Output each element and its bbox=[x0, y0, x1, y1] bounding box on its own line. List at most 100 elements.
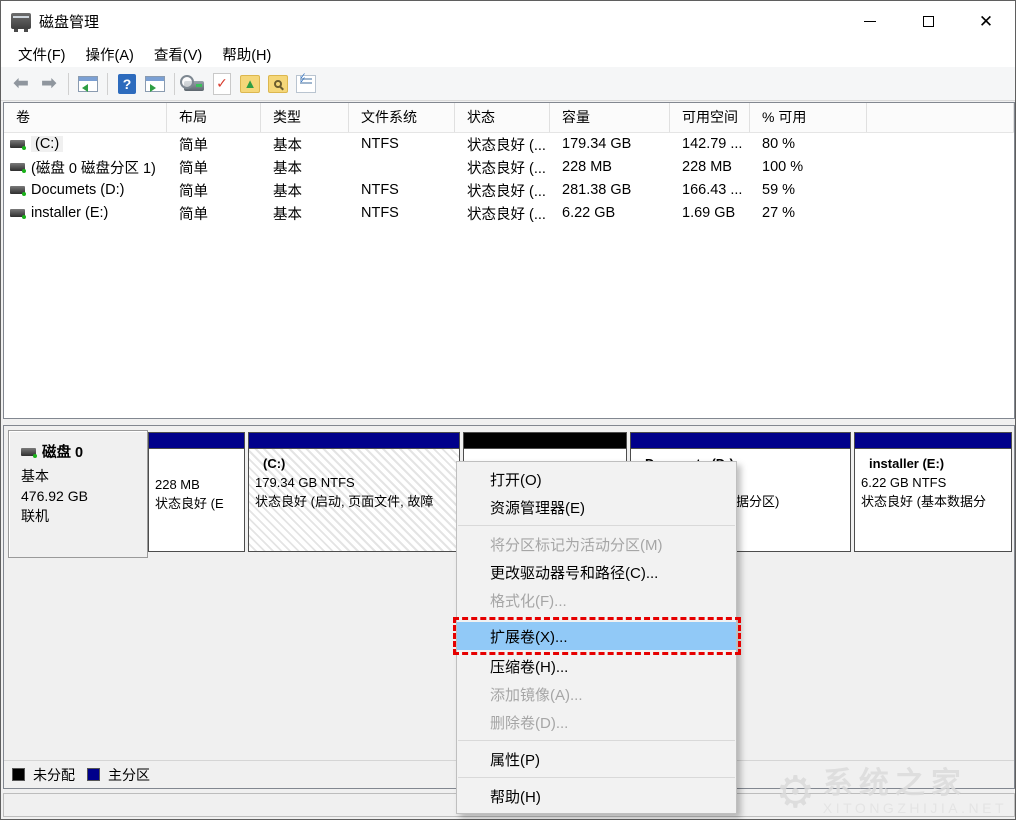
menu-item-open[interactable]: 打开(O) bbox=[457, 465, 736, 493]
menu-separator bbox=[458, 740, 735, 741]
menu-bar: 文件(F) 操作(A) 查看(V) 帮助(H) bbox=[1, 41, 1015, 67]
close-button[interactable]: ✕ bbox=[957, 1, 1015, 41]
menu-item-mark-active: 将分区标记为活动分区(M) bbox=[457, 530, 736, 558]
volume-filesystem: NTFS bbox=[349, 133, 455, 156]
partition-system-228mb[interactable]: 228 MB 状态良好 (E bbox=[148, 432, 245, 552]
menu-file[interactable]: 文件(F) bbox=[9, 41, 75, 68]
volume-status: 状态良好 (... bbox=[455, 156, 550, 179]
folder-up-icon: ▲ bbox=[240, 75, 260, 93]
volume-status: 状态良好 (... bbox=[455, 133, 550, 156]
volume-capacity: 6.22 GB bbox=[550, 202, 670, 225]
menu-item-help[interactable]: 帮助(H) bbox=[457, 782, 736, 810]
back-button[interactable]: ⬅ bbox=[7, 70, 35, 98]
column-header-layout[interactable]: 布局 bbox=[167, 103, 261, 132]
toolbar-separator bbox=[107, 73, 108, 95]
help-button[interactable]: ? bbox=[113, 70, 141, 98]
menu-item-delete-volume: 删除卷(D)... bbox=[457, 708, 736, 736]
table-row[interactable]: Documets (D:) 简单 基本 NTFS 状态良好 (... 281.3… bbox=[4, 179, 1014, 202]
console-tree-icon bbox=[78, 76, 98, 92]
volume-pct-free: 59 % bbox=[750, 179, 867, 202]
menu-help[interactable]: 帮助(H) bbox=[213, 41, 280, 68]
window-title: 磁盘管理 bbox=[39, 11, 99, 32]
table-row[interactable]: installer (E:) 简单 基本 NTFS 状态良好 (... 6.22… bbox=[4, 202, 1014, 225]
partition-c-selected[interactable]: (C:) 179.34 GB NTFS 状态良好 (启动, 页面文件, 故障 bbox=[248, 432, 460, 552]
window-controls: ✕ bbox=[841, 1, 1015, 41]
volume-free-space: 1.69 GB bbox=[670, 202, 750, 225]
menu-item-format: 格式化(F)... bbox=[457, 586, 736, 614]
table-row[interactable]: (C:) 简单 基本 NTFS 状态良好 (... 179.34 GB 142.… bbox=[4, 133, 1014, 156]
partition-size: 228 MB bbox=[155, 475, 242, 494]
disk-magnifier-icon bbox=[184, 81, 204, 91]
column-header-filesystem[interactable]: 文件系统 bbox=[349, 103, 455, 132]
menu-item-extend-volume[interactable]: 扩展卷(X)... bbox=[457, 622, 736, 650]
legend-primary-label: 主分区 bbox=[108, 765, 150, 785]
column-header-type[interactable]: 类型 bbox=[261, 103, 349, 132]
volume-name: (C:) bbox=[31, 136, 63, 152]
menu-item-shrink-volume[interactable]: 压缩卷(H)... bbox=[457, 652, 736, 680]
task-list-button[interactable] bbox=[292, 70, 320, 98]
primary-partition-bar bbox=[249, 433, 459, 449]
table-row[interactable]: (磁盘 0 磁盘分区 1) 简单 基本 状态良好 (... 228 MB 228… bbox=[4, 156, 1014, 179]
volume-status: 状态良好 (... bbox=[455, 202, 550, 225]
volume-pct-free: 80 % bbox=[750, 133, 867, 156]
folder-search-button[interactable] bbox=[264, 70, 292, 98]
legend-unallocated-label: 未分配 bbox=[33, 765, 75, 785]
extend-volume-highlight-wrap: 扩展卷(X)... bbox=[457, 622, 736, 650]
column-header-status[interactable]: 状态 bbox=[455, 103, 550, 132]
volume-pct-free: 27 % bbox=[750, 202, 867, 225]
show-console-tree-button[interactable] bbox=[74, 70, 102, 98]
partition-e[interactable]: installer (E:) 6.22 GB NTFS 状态良好 (基本数据分 bbox=[854, 432, 1012, 552]
folder-search-icon bbox=[268, 75, 288, 93]
column-header-capacity[interactable]: 容量 bbox=[550, 103, 670, 132]
column-header-volume[interactable]: 卷 bbox=[4, 103, 167, 132]
toolbar: ⬅ ➡ ? ✓ ▲ bbox=[1, 67, 1015, 101]
menu-view[interactable]: 查看(V) bbox=[145, 41, 211, 68]
volume-type: 基本 bbox=[261, 202, 349, 225]
partition-size: 6.22 GB NTFS bbox=[861, 473, 1009, 492]
action-pane-icon bbox=[145, 76, 165, 92]
volume-name: Documets (D:) bbox=[31, 182, 124, 198]
volume-layout: 简单 bbox=[167, 156, 261, 179]
volume-type: 基本 bbox=[261, 179, 349, 202]
disk-icon bbox=[21, 448, 36, 456]
check-document-icon: ✓ bbox=[213, 73, 231, 95]
primary-partition-bar bbox=[855, 433, 1011, 449]
volume-filesystem: NTFS bbox=[349, 202, 455, 225]
show-action-pane-button[interactable] bbox=[141, 70, 169, 98]
disk-drive-app-icon bbox=[11, 13, 31, 29]
disk-properties-button[interactable] bbox=[180, 70, 208, 98]
menu-item-properties[interactable]: 属性(P) bbox=[457, 745, 736, 773]
minimize-icon bbox=[864, 21, 876, 22]
menu-separator bbox=[458, 525, 735, 526]
maximize-icon bbox=[923, 16, 934, 27]
menu-item-change-drive-letter[interactable]: 更改驱动器号和路径(C)... bbox=[457, 558, 736, 586]
column-header-pct-free[interactable]: % 可用 bbox=[750, 103, 867, 132]
forward-arrow-icon: ➡ bbox=[41, 74, 57, 93]
back-arrow-icon: ⬅ bbox=[13, 74, 29, 93]
menu-action[interactable]: 操作(A) bbox=[77, 41, 143, 68]
volume-capacity: 179.34 GB bbox=[550, 133, 670, 156]
partition-name: (C:) bbox=[255, 454, 457, 473]
folder-up-button[interactable]: ▲ bbox=[236, 70, 264, 98]
title-bar: 磁盘管理 ✕ bbox=[1, 1, 1015, 41]
minimize-button[interactable] bbox=[841, 1, 899, 41]
volume-status: 状态良好 (... bbox=[455, 179, 550, 202]
column-header-empty bbox=[867, 103, 1014, 132]
volume-free-space: 142.79 ... bbox=[670, 133, 750, 156]
column-header-free-space[interactable]: 可用空间 bbox=[670, 103, 750, 132]
legend-unallocated-swatch bbox=[12, 768, 25, 781]
help-book-icon: ? bbox=[118, 74, 136, 94]
menu-separator bbox=[458, 777, 735, 778]
volume-list-pane: 卷 布局 类型 文件系统 状态 容量 可用空间 % 可用 (C:) 简单 基本 … bbox=[3, 102, 1015, 419]
volume-filesystem bbox=[349, 156, 455, 179]
volume-free-space: 228 MB bbox=[670, 156, 750, 179]
check-disk-button[interactable]: ✓ bbox=[208, 70, 236, 98]
disk0-label-panel[interactable]: 磁盘 0 基本 476.92 GB 联机 bbox=[8, 430, 148, 558]
toolbar-separator bbox=[68, 73, 69, 95]
maximize-button[interactable] bbox=[899, 1, 957, 41]
menu-item-explorer[interactable]: 资源管理器(E) bbox=[457, 493, 736, 521]
volume-layout: 简单 bbox=[167, 133, 261, 156]
partition-size: 179.34 GB NTFS bbox=[255, 473, 457, 492]
forward-button[interactable]: ➡ bbox=[35, 70, 63, 98]
disk-size: 476.92 GB bbox=[21, 486, 147, 506]
